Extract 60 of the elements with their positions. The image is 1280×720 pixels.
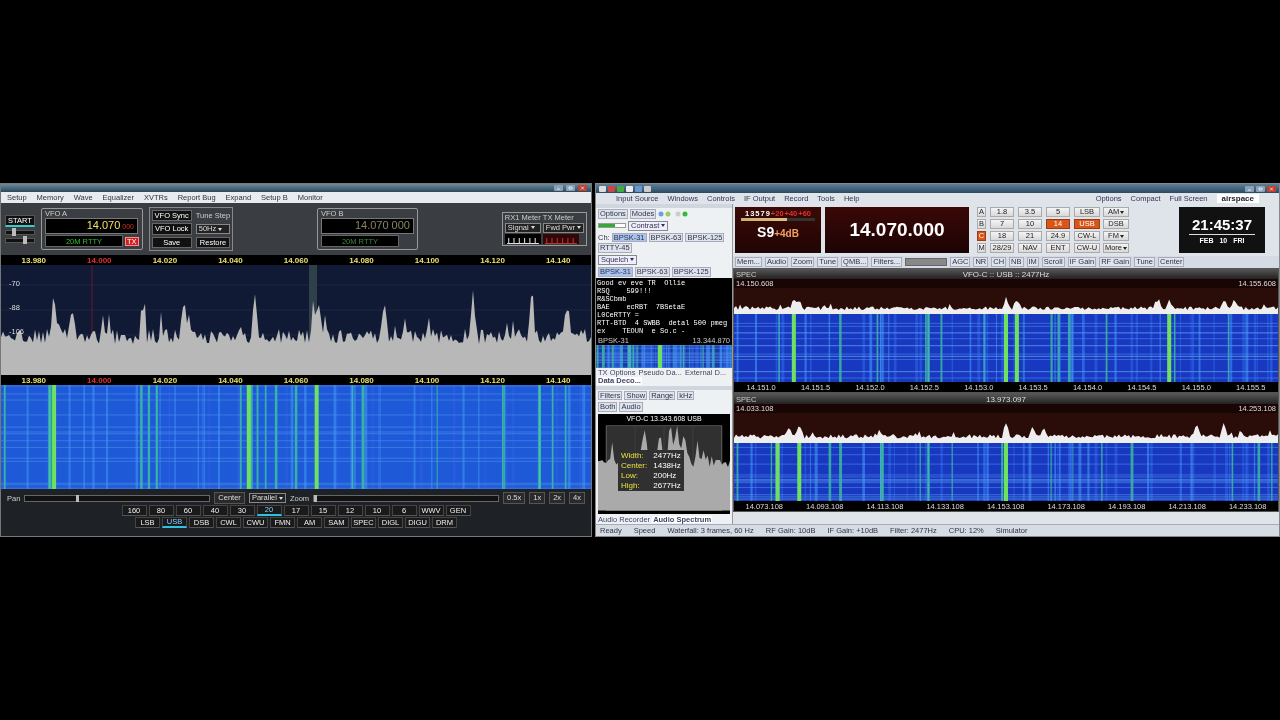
scale-label: 13.980: [21, 375, 46, 385]
slider-thumb[interactable]: [314, 494, 318, 502]
slider-track[interactable]: [24, 494, 211, 502]
scale-label: 14.020: [152, 375, 178, 385]
scale-label: 13.980: [21, 255, 46, 265]
meter-drawing: [542, 233, 579, 244]
scale-label: 14.140: [545, 375, 571, 385]
scale-label: 14.120: [480, 375, 505, 385]
frequency-readout: 14.070: [86, 219, 121, 232]
scale-label: 14.000: [87, 375, 112, 385]
slider-track[interactable]: [5, 238, 35, 244]
maximize-icon[interactable]: [566, 185, 575, 191]
slider-thumb[interactable]: [75, 494, 79, 502]
readout-label: Center:: [621, 460, 648, 470]
slider-track[interactable]: [313, 494, 500, 502]
caret-icon: [1120, 210, 1125, 214]
scale-label: 14.100: [414, 255, 440, 265]
maximize-icon[interactable]: [1256, 185, 1265, 192]
frequency-readout: 14.070 000: [354, 219, 410, 232]
close-icon[interactable]: [1267, 185, 1276, 192]
minimize-icon[interactable]: [1245, 185, 1254, 192]
toolbar-icons-drawing[interactable]: [658, 210, 689, 217]
scale-label: 14.000: [87, 255, 112, 265]
caret-icon: [530, 226, 535, 230]
scale-label: 14.140: [545, 255, 571, 265]
caret-icon: [577, 226, 581, 230]
clock-time: 21:45:37: [1188, 216, 1255, 235]
readout-value: 2677Hz: [653, 480, 681, 490]
caret-icon: [1119, 234, 1124, 238]
slider-thumb[interactable]: [22, 236, 27, 245]
readout-label: Width:: [621, 450, 645, 460]
caret-icon: [218, 227, 223, 231]
scale-label: 14.080: [349, 255, 374, 265]
close-icon[interactable]: [578, 185, 587, 191]
caret-icon: [661, 224, 666, 228]
scale-label: 14.060: [283, 375, 309, 385]
scale-label: 14.040: [218, 255, 243, 265]
scale-label: 14.080: [349, 375, 374, 385]
caret-icon: [278, 496, 283, 500]
readout-label: High:: [621, 480, 641, 490]
slider-thumb[interactable]: [12, 228, 16, 237]
readout-value: 1438Hz: [653, 460, 681, 470]
scale-label: 14.040: [218, 375, 243, 385]
panel-title: 13.973.097: [985, 394, 1026, 404]
scale-label: 14.020: [152, 255, 178, 265]
caret-icon: [1123, 246, 1128, 250]
readout-value: 2477Hz: [653, 450, 681, 460]
caret-icon: [630, 258, 635, 262]
readout-value: 200Hz: [653, 470, 678, 480]
readout-label: Low:: [621, 470, 639, 480]
minimize-icon[interactable]: [554, 185, 563, 191]
slider-track[interactable]: [5, 230, 35, 236]
signal-over-reading: +4dB: [774, 228, 799, 239]
logo: airspace: [1216, 194, 1259, 203]
frequency-display: 14.070.000: [825, 207, 969, 253]
panel-title: VFO-C :: USB :: 2477Hz: [962, 269, 1050, 279]
scale-label: 14.100: [414, 375, 440, 385]
scale-label: 14.120: [480, 255, 505, 265]
signal-reading: S9: [757, 224, 775, 240]
scale-label: 14.060: [283, 255, 309, 265]
